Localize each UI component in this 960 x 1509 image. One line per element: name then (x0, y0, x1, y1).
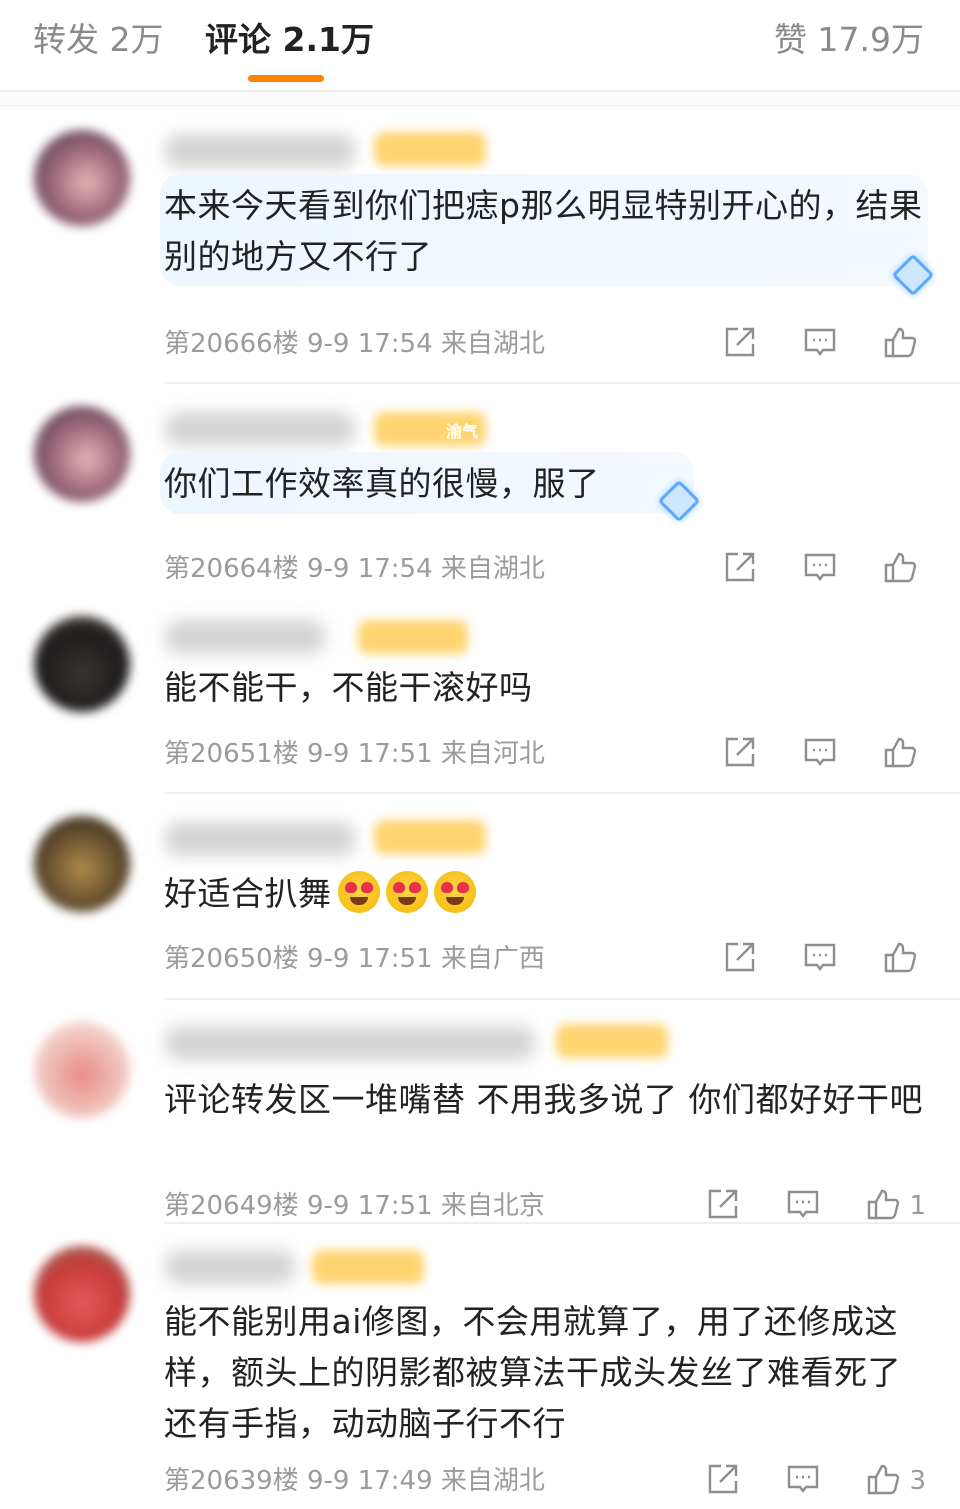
comment-actions (678, 734, 926, 774)
section-divider (0, 92, 960, 106)
comment-divider (164, 792, 960, 794)
comment-text: 你们工作效率真的很慢，服了 (164, 464, 600, 503)
share-icon (722, 324, 758, 364)
comment-icon (802, 549, 838, 589)
username[interactable] (165, 1026, 535, 1060)
comment-divider (164, 382, 960, 384)
share-icon (705, 1186, 741, 1226)
thumbs-up-icon (865, 1186, 901, 1226)
like-button[interactable] (882, 734, 926, 774)
comment-actions (678, 549, 926, 589)
comment-meta: 第20664楼 9-9 17:54 来自湖北 (164, 554, 545, 584)
share-icon (722, 939, 758, 979)
fan-badge-label: 渝气 (446, 422, 479, 441)
thumbs-up-icon (865, 1461, 901, 1501)
comment-text: 能不能别用ai修图，不会用就算了，用了还修成这样，额头上的阴影都被算法干成头发丝… (164, 1302, 901, 1443)
avatar[interactable] (34, 1246, 130, 1342)
fan-badge (374, 820, 486, 854)
username[interactable] (165, 412, 355, 446)
share-button[interactable] (722, 324, 758, 364)
comment-meta: 第20639楼 9-9 17:49 来自湖北 (164, 1466, 545, 1496)
share-button[interactable] (722, 549, 758, 589)
comment-icon (802, 734, 838, 774)
comment-text: 好适合扒舞 (164, 874, 332, 913)
heart-eyes-emoji-icon (385, 871, 428, 913)
tab-repost[interactable]: 转发 2万 (33, 18, 164, 62)
comment-actions (678, 324, 926, 364)
fan-badge (312, 1250, 424, 1284)
avatar[interactable] (34, 1022, 130, 1118)
comment-tab-bar: 转发 2万 评论 2.1万 赞 17.9万 (0, 0, 960, 92)
share-button[interactable] (722, 939, 758, 979)
comment-meta: 第20650楼 9-9 17:51 来自广西 (164, 944, 545, 974)
share-button[interactable] (705, 1186, 741, 1226)
comment-divider (164, 998, 960, 1000)
reply-button[interactable] (802, 549, 838, 589)
thumbs-up-icon (882, 324, 918, 364)
reply-button[interactable] (785, 1461, 821, 1501)
avatar[interactable] (34, 130, 130, 226)
avatar[interactable] (34, 816, 130, 912)
reply-button[interactable] (802, 939, 838, 979)
like-count: 1 (909, 1191, 926, 1221)
comment-actions: 3 (661, 1461, 926, 1501)
reply-button[interactable] (785, 1186, 821, 1226)
thumbs-up-icon (882, 734, 918, 774)
comment-divider (164, 1222, 960, 1224)
fan-badge (556, 1024, 668, 1058)
share-button[interactable] (722, 734, 758, 774)
like-button[interactable] (882, 324, 926, 364)
reply-button[interactable] (802, 734, 838, 774)
like-button[interactable]: 1 (865, 1186, 926, 1226)
share-button[interactable] (705, 1461, 741, 1501)
comment-icon (802, 324, 838, 364)
username[interactable] (165, 620, 325, 654)
comment-icon (802, 939, 838, 979)
share-icon (722, 549, 758, 589)
comment-meta: 第20651楼 9-9 17:51 来自河北 (164, 739, 545, 769)
like-count: 3 (909, 1466, 926, 1496)
active-tab-indicator (248, 75, 324, 82)
comment-actions (678, 939, 926, 979)
share-icon (722, 734, 758, 774)
reply-button[interactable] (802, 324, 838, 364)
comment-meta: 第20666楼 9-9 17:54 来自湖北 (164, 329, 545, 359)
fan-badge (358, 620, 468, 654)
tab-comment[interactable]: 评论 2.1万 (205, 18, 374, 62)
comment-text: 本来今天看到你们把痣p那么明显特别开心的，结果别的地方又不行了 (164, 186, 923, 276)
avatar[interactable] (34, 616, 130, 712)
avatar[interactable] (34, 406, 130, 502)
comment-meta: 第20649楼 9-9 17:51 来自北京 (164, 1191, 545, 1221)
comment-text-row: 好适合扒舞 (164, 868, 476, 919)
tab-like[interactable]: 赞 17.9万 (774, 18, 924, 62)
heart-eyes-emoji-icon (433, 871, 476, 913)
comment-text: 能不能干，不能干滚好吗 (164, 668, 533, 707)
fan-badge (374, 132, 486, 166)
comment-icon (785, 1186, 821, 1226)
heart-eyes-emoji-icon (337, 871, 380, 913)
thumbs-up-icon (882, 549, 918, 589)
share-icon (705, 1461, 741, 1501)
comment-text: 评论转发区一堆嘴替 不用我多说了 你们都好好干吧 (164, 1080, 923, 1119)
comment-actions: 1 (661, 1186, 926, 1226)
like-button[interactable] (882, 549, 926, 589)
username[interactable] (165, 1250, 295, 1284)
like-button[interactable]: 3 (865, 1461, 926, 1501)
username[interactable] (165, 822, 355, 856)
username[interactable] (165, 134, 355, 168)
thumbs-up-icon (882, 939, 918, 979)
comment-icon (785, 1461, 821, 1501)
like-button[interactable] (882, 939, 926, 979)
